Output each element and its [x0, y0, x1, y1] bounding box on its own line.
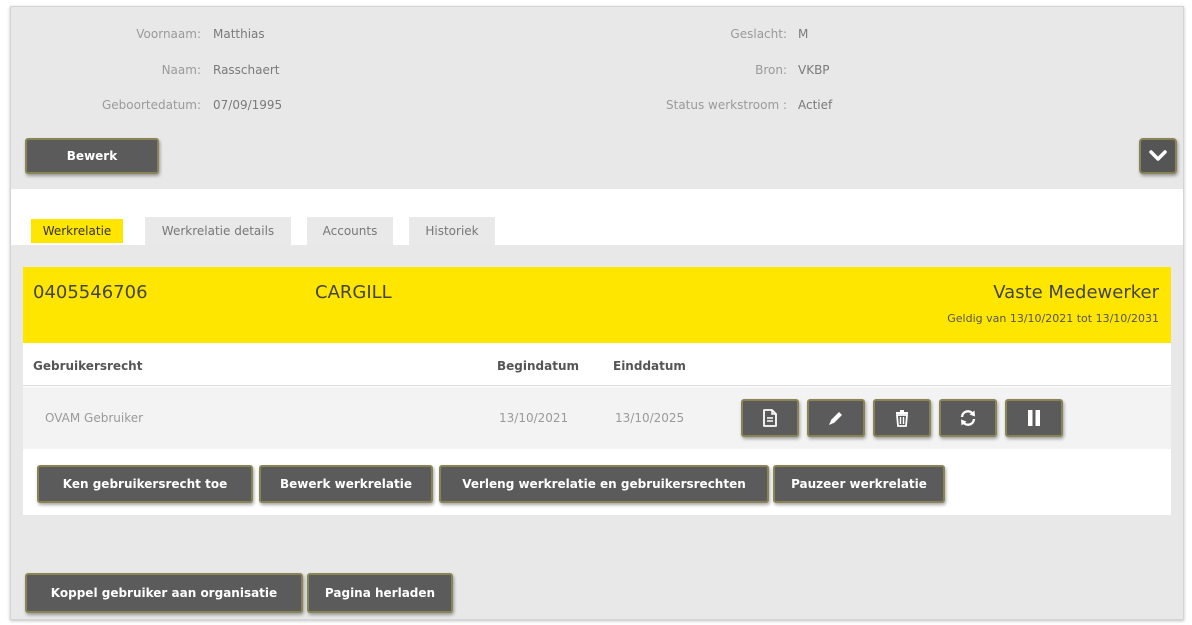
- koppel-gebruiker-button[interactable]: Koppel gebruiker aan organisatie: [25, 573, 303, 613]
- voornaam-value: Matthias: [213, 27, 265, 41]
- tab-werkrelatie[interactable]: Werkrelatie: [31, 219, 123, 243]
- pauzeer-werkrelatie-button[interactable]: Pauzeer werkrelatie: [773, 465, 945, 503]
- table-divider: [23, 385, 1171, 386]
- einddatum-cell: 13/10/2025: [615, 411, 685, 425]
- rol-label: Vaste Medewerker: [993, 282, 1159, 303]
- status-value: Actief: [798, 98, 833, 112]
- col-header-einddatum: Einddatum: [613, 359, 686, 373]
- werkrelatie-card: 0405546706 CARGILL Vaste Medewerker Geld…: [23, 267, 1171, 515]
- organisatie-name: CARGILL: [315, 282, 392, 303]
- renew-button[interactable]: [939, 399, 997, 437]
- pencil-icon: [829, 412, 842, 425]
- ken-gebruikersrecht-toe-button[interactable]: Ken gebruikersrecht toe: [37, 465, 253, 503]
- naam-value: Rasschaert: [213, 63, 280, 77]
- ondernemingsnummer: 0405546706: [33, 282, 148, 303]
- status-label: Status werkstroom :: [666, 98, 787, 112]
- werkrelatie-header: 0405546706 CARGILL Vaste Medewerker Geld…: [23, 267, 1171, 343]
- bewerk-werkrelatie-button[interactable]: Bewerk werkrelatie: [259, 465, 433, 503]
- edit-button[interactable]: [807, 399, 865, 437]
- tab-bar: Werkrelatie Werkrelatie details Accounts…: [11, 189, 1183, 245]
- refresh-icon: [960, 410, 976, 426]
- pause-button[interactable]: [1005, 399, 1063, 437]
- geslacht-label: Geslacht:: [730, 27, 787, 41]
- tab-historiek[interactable]: Historiek: [409, 217, 495, 245]
- pagina-herladen-button[interactable]: Pagina herladen: [307, 573, 453, 613]
- user-detail-panel: Voornaam: Matthias Naam: Rasschaert Gebo…: [10, 6, 1184, 620]
- tab-werkrelatie-details[interactable]: Werkrelatie details: [145, 217, 291, 245]
- naam-label: Naam:: [161, 63, 201, 77]
- geslacht-value: M: [798, 27, 809, 41]
- verleng-werkrelatie-button[interactable]: Verleng werkrelatie en gebruikersrechten: [439, 465, 769, 503]
- pause-icon: [1028, 410, 1040, 426]
- chevron-down-icon: [1149, 150, 1167, 161]
- bewerk-button[interactable]: Bewerk: [25, 138, 159, 174]
- bron-value: VKBP: [798, 63, 830, 77]
- geboortedatum-value: 07/09/1995: [213, 98, 283, 112]
- gebruikersrecht-cell: OVAM Gebruiker: [45, 411, 144, 425]
- delete-button[interactable]: [873, 399, 931, 437]
- view-document-button[interactable]: [741, 399, 799, 437]
- person-info: Voornaam: Matthias Naam: Rasschaert Gebo…: [11, 7, 1183, 189]
- begindatum-cell: 13/10/2021: [499, 411, 569, 425]
- voornaam-label: Voornaam:: [136, 27, 201, 41]
- geboortedatum-label: Geboortedatum:: [101, 98, 201, 112]
- geldigheid-label: Geldig van 13/10/2021 tot 13/10/2031: [947, 312, 1159, 325]
- tab-accounts[interactable]: Accounts: [307, 217, 393, 245]
- table-row: OVAM Gebruiker 13/10/2021 13/10/2025: [23, 387, 1171, 449]
- col-header-begindatum: Begindatum: [497, 359, 580, 373]
- document-icon: [763, 409, 777, 427]
- col-header-gebruikersrecht: Gebruikersrecht: [33, 359, 143, 373]
- expand-button[interactable]: [1139, 138, 1177, 174]
- bron-label: Bron:: [755, 63, 787, 77]
- trash-icon: [896, 410, 908, 427]
